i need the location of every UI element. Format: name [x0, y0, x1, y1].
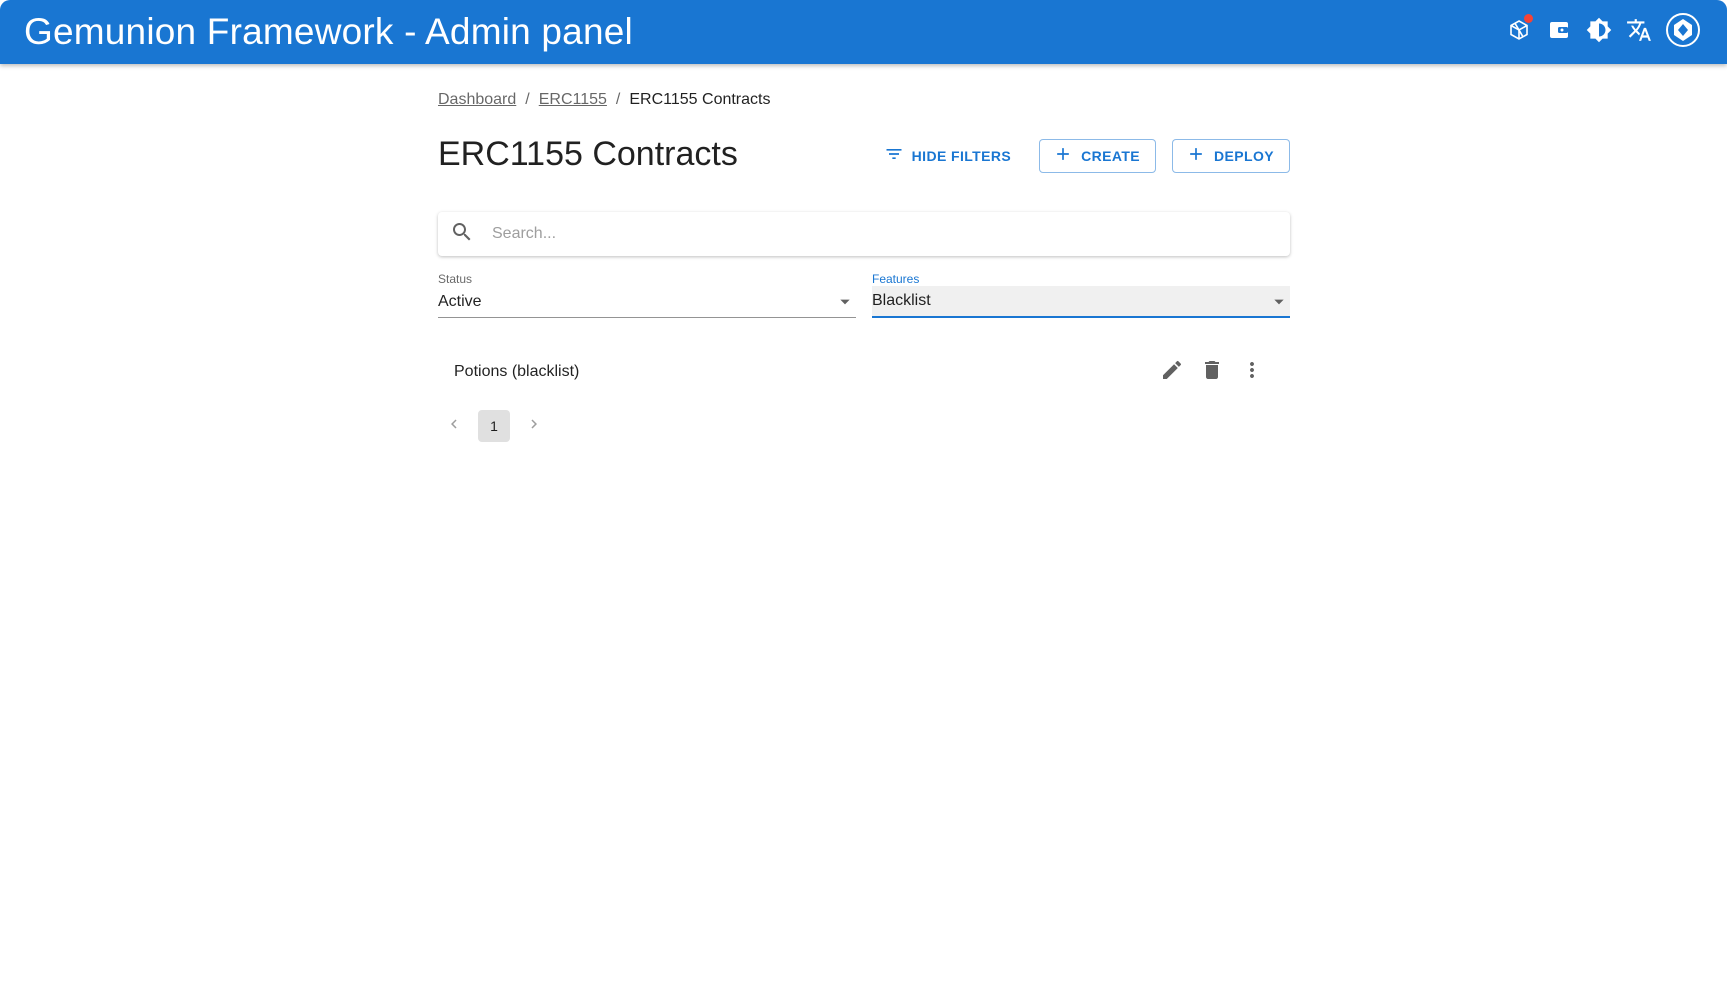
deploy-button[interactable]: DEPLOY	[1172, 138, 1290, 173]
filters: Status Active Features Blacklist	[438, 272, 1290, 318]
breadcrumb-separator: /	[615, 91, 621, 108]
search-input[interactable]	[490, 224, 1254, 244]
list-item[interactable]: Potions (blacklist)	[438, 342, 1290, 402]
breadcrumb-current: ERC1155 Contracts	[629, 91, 771, 108]
notification-dot	[1524, 14, 1533, 23]
pagination: 1	[438, 410, 1290, 442]
translate-icon	[1626, 17, 1652, 48]
edit-button[interactable]	[1152, 352, 1192, 392]
features-select-value: Blacklist	[872, 292, 931, 309]
features-filter-label: Features	[872, 272, 920, 286]
more-vert-icon	[1240, 358, 1264, 387]
contracts-list: Potions (blacklist)	[438, 342, 1290, 402]
delete-button[interactable]	[1192, 352, 1232, 392]
plus-icon	[1053, 144, 1073, 167]
next-page-button[interactable]	[518, 410, 550, 442]
page-button[interactable]: 1	[478, 410, 510, 442]
dropdown-arrow-icon	[1272, 295, 1286, 314]
breadcrumb: Dashboard / ERC1155 / ERC1155 Contracts	[438, 80, 1290, 120]
account-icon	[1665, 12, 1701, 53]
dropdown-arrow-icon	[838, 295, 852, 314]
language-button[interactable]	[1619, 12, 1659, 52]
features-select[interactable]: Blacklist	[872, 286, 1290, 318]
page-header: ERC1155 Contracts HIDE FILTERS CREATE DE…	[438, 128, 1290, 188]
app-title: Gemunion Framework - Admin panel	[24, 11, 633, 52]
wallet-button[interactable]	[1539, 12, 1579, 52]
network-button[interactable]	[1499, 12, 1539, 52]
status-filter-label: Status	[438, 272, 473, 286]
breadcrumb-link-erc1155[interactable]: ERC1155	[539, 80, 607, 120]
deploy-label: DEPLOY	[1214, 147, 1274, 164]
list-item-name: Potions (blacklist)	[454, 363, 580, 380]
theme-toggle-button[interactable]	[1579, 12, 1619, 52]
chevron-right-icon	[525, 415, 543, 438]
breadcrumb-link-dashboard[interactable]: Dashboard	[438, 80, 516, 120]
list-item-actions	[1152, 352, 1272, 392]
edit-icon	[1160, 358, 1184, 387]
theme-toggle-icon	[1586, 17, 1612, 48]
create-label: CREATE	[1081, 147, 1141, 164]
main-content: Dashboard / ERC1155 / ERC1155 Contracts …	[438, 80, 1290, 442]
plus-icon	[1186, 144, 1206, 167]
features-filter: Features Blacklist	[872, 272, 1290, 318]
filter-icon	[884, 144, 904, 167]
search-icon	[450, 220, 474, 249]
app-bar-actions	[1499, 12, 1703, 52]
hide-filters-button[interactable]: HIDE FILTERS	[872, 136, 1023, 175]
create-button[interactable]: CREATE	[1039, 138, 1157, 173]
search-box	[438, 212, 1290, 256]
page-title: ERC1155 Contracts	[438, 135, 738, 173]
trash-icon	[1200, 358, 1224, 387]
app-bar: Gemunion Framework - Admin panel	[0, 0, 1727, 64]
hide-filters-label: HIDE FILTERS	[911, 147, 1012, 164]
chevron-left-icon	[445, 415, 463, 438]
page-actions: HIDE FILTERS CREATE DEPLOY	[872, 136, 1290, 175]
app-window: Gemunion Framework - Admin panel Dashboa…	[0, 0, 1727, 999]
status-filter: Status Active	[438, 272, 856, 318]
wallet-icon	[1547, 18, 1571, 47]
breadcrumb-separator: /	[525, 91, 530, 108]
status-select[interactable]: Active	[438, 286, 856, 318]
previous-page-button[interactable]	[438, 410, 470, 442]
status-select-value: Active	[438, 292, 482, 310]
account-button[interactable]	[1663, 12, 1703, 52]
more-options-button[interactable]	[1232, 352, 1272, 392]
